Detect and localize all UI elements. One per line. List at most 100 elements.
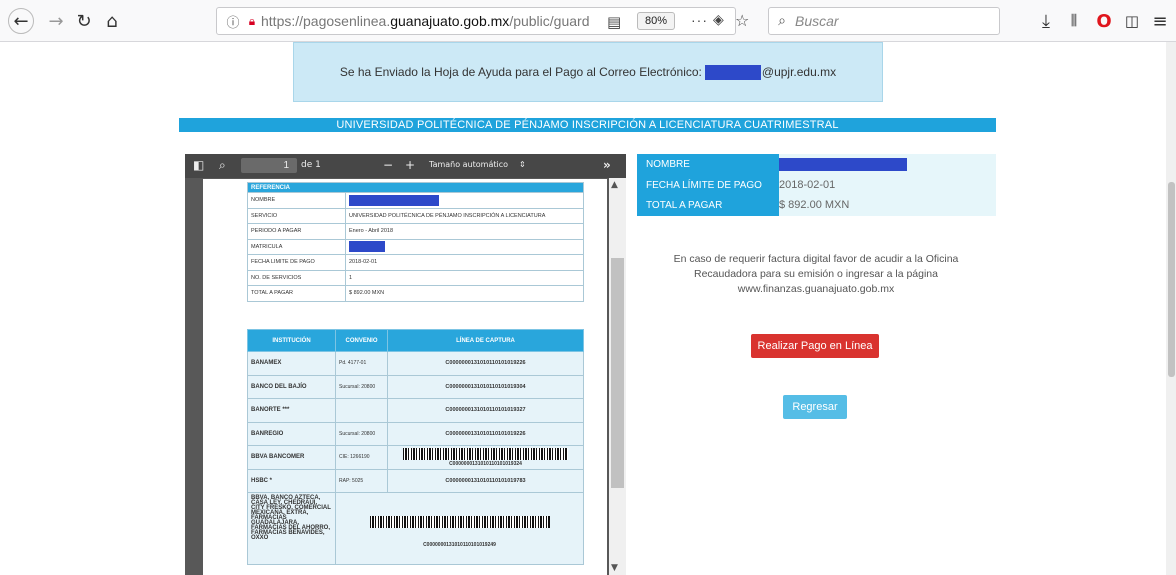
menu-icon[interactable]: ≡	[1148, 9, 1172, 33]
search-placeholder: Buscar	[795, 13, 839, 29]
pocket-icon[interactable]: ◈	[713, 12, 724, 28]
ref-label: FECHA LIMITE DE PAGO	[247, 254, 346, 271]
ref-value-matricula	[345, 238, 584, 255]
opera-icon[interactable]: O	[1092, 9, 1116, 33]
info-row-nombre: NOMBRE	[637, 154, 996, 174]
scroll-down-icon[interactable]: ▼	[611, 563, 618, 573]
bank-line: C0000000131010110101019304	[387, 374, 584, 399]
pdf-viewer[interactable]: ◧ ⌕ 1 de 1 − + Tamaño automático ⇕ » REF…	[185, 154, 626, 575]
page-title: UNIVERSIDAD POLITÉCNICA DE PÉNJAMO INSCR…	[179, 118, 996, 132]
bank-line: C0000000131010110101019327	[387, 398, 584, 423]
pdf-scrollbar[interactable]: ▲ ▼	[609, 178, 626, 575]
pdf-zoom-in-icon[interactable]: +	[405, 158, 415, 172]
home-icon[interactable]: ⌂	[100, 9, 124, 33]
library-icon[interactable]: ⫼	[1062, 9, 1086, 33]
ref-value: 1	[345, 269, 584, 286]
ref-value: 2018-02-01	[345, 254, 584, 271]
bank-line: C0000000131010110101019783	[387, 468, 584, 493]
bank-header-convenio: CONVENIO	[335, 329, 388, 352]
back-icon[interactable]: ←	[8, 8, 34, 34]
redacted-email	[704, 64, 761, 80]
ref-value: UNIVERSIDAD POLITÉCNICA DE PÉNJAMO INSCR…	[345, 207, 584, 224]
barcode	[403, 447, 568, 460]
info-value: $ 892.00 MXN	[779, 199, 850, 211]
bank-convenio: Sucursal: 20800	[335, 374, 388, 399]
pdf-page-count: de 1	[301, 160, 321, 170]
bank-name: BANORTE ***	[247, 398, 336, 423]
table-row: BANREGIO Sucursal: 20800 C0000000131010110…	[247, 421, 584, 446]
barcode	[369, 515, 550, 528]
pdf-toolbar: ◧ ⌕ 1 de 1 − + Tamaño automático ⇕ »	[185, 154, 626, 178]
info-value: 2018-02-01	[779, 179, 836, 191]
zoom-indicator[interactable]: 80%	[637, 12, 676, 30]
pdf-tools-icon[interactable]: »	[603, 158, 611, 172]
table-row: HSBC * RAP: 5025 C000000013101011010101978…	[247, 468, 584, 493]
bank-header-institucion: INSTITUCIÓN	[247, 329, 336, 352]
ref-label: NO. DE SERVICIOS	[247, 269, 346, 286]
reload-icon[interactable]: ↻	[72, 9, 96, 33]
info-label: TOTAL A PAGAR	[646, 199, 723, 211]
pdf-page-input[interactable]: 1	[241, 158, 297, 173]
pay-online-button[interactable]: Realizar Pago en Línea	[751, 334, 879, 358]
bank-convenio: RAP: 5025	[335, 468, 388, 493]
page-scroll-thumb[interactable]	[1168, 182, 1175, 377]
table-row: BBVA, BANCO AZTECA, CASA LEY, CHEDRAUI, …	[247, 492, 584, 565]
pdf-zoom-out-icon[interactable]: −	[383, 158, 393, 172]
bank-name: BANCO DEL BAJÍO	[247, 374, 336, 399]
address-bar[interactable]: ⓘ 🔒︎ https://pagosenlinea.guanajuato.gob…	[216, 7, 749, 35]
url-prefix: https://pagosenlinea.	[261, 13, 391, 29]
bank-line: C0000000131010110101019226	[387, 351, 584, 376]
bank-name-others: BBVA, BANCO AZTECA, CASA LEY, CHEDRAUI, …	[247, 492, 336, 565]
forward-icon[interactable]: →	[44, 9, 68, 33]
pdf-sidebar-toggle-icon[interactable]: ◧	[193, 158, 204, 172]
page-actions-icon[interactable]: ···	[691, 12, 708, 28]
bank-name: HSBC *	[247, 468, 336, 493]
search-bar[interactable]: ⌕ Buscar	[768, 7, 1000, 35]
pdf-zoom-chevron-icon[interactable]: ⇕	[519, 160, 526, 169]
pdf-scroll-thumb[interactable]	[611, 258, 624, 488]
pdf-search-icon[interactable]: ⌕	[219, 158, 226, 173]
search-icon: ⌕	[778, 13, 786, 29]
bank-line: C0000000131010110101019226	[387, 421, 584, 446]
bank-convenio	[335, 398, 388, 423]
info-label: FECHA LÍMITE DE PAGO	[646, 179, 762, 191]
info-label: NOMBRE	[646, 158, 690, 170]
ref-label: SERVICIO	[247, 207, 346, 224]
info-icon[interactable]: ⓘ	[223, 12, 243, 31]
scroll-up-icon[interactable]: ▲	[611, 180, 618, 190]
bank-table: INSTITUCIÓN CONVENIO LÍNEA DE CAPTURA BA…	[247, 329, 584, 565]
ref-label: NOMBRE	[247, 192, 346, 209]
reference-header: REFERENCIA	[247, 182, 584, 193]
invoice-note: En caso de requerir factura digital favo…	[673, 253, 959, 295]
url-domain: guanajuato.gob.mx	[390, 13, 510, 29]
page-scrollbar[interactable]	[1166, 42, 1176, 575]
pdf-zoom-select[interactable]: Tamaño automático	[429, 160, 508, 169]
sidebar-icon[interactable]: ◫	[1120, 9, 1144, 33]
ref-value: Enero - Abril 2018	[345, 223, 584, 240]
table-row: BANAMEX Pd. 4177-01 C000000013101011010101…	[247, 351, 584, 376]
bookmark-star-icon[interactable]: ☆	[735, 11, 749, 30]
bank-line-barcode: C0000000131010110101019249	[335, 492, 584, 565]
bank-header-linea: LÍNEA DE CAPTURA	[387, 329, 584, 352]
redacted-name	[779, 157, 907, 171]
table-row: BBVA BANCOMER CIE: 1266190 C00000001310101…	[247, 445, 584, 470]
browser-toolbar: ← → ↻ ⌂ ⓘ 🔒︎ https://pagosenlinea.guanaj…	[0, 0, 1176, 42]
bank-name: BANREGIO	[247, 421, 336, 446]
banner-email-domain: @upjr.edu.mx	[761, 65, 837, 79]
download-icon[interactable]: ⤓	[1034, 9, 1058, 33]
bank-convenio: CIE: 1266190	[335, 445, 388, 470]
ref-value-name	[345, 192, 584, 209]
insecure-lock-icon[interactable]: 🔒︎	[243, 14, 261, 29]
pdf-page: REFERENCIA NOMBRE SERVICIO UNIVERSIDAD PO…	[203, 179, 607, 575]
url-text[interactable]: https://pagosenlinea.guanajuato.gob.mx/p…	[261, 13, 591, 29]
back-button[interactable]: Regresar	[783, 395, 847, 419]
ref-value: $ 892.00 MXN	[345, 285, 584, 302]
bank-name: BANAMEX	[247, 351, 336, 376]
url-path: /public/guard	[509, 13, 590, 29]
bank-line-barcode: C0000000131010110101019324	[387, 445, 584, 470]
barcode-text: C0000000131010110101019249	[423, 541, 496, 548]
table-row: BANORTE *** C0000000131010110101019327	[247, 398, 584, 423]
reader-view-icon[interactable]: ▤	[607, 13, 621, 31]
bank-name: BBVA BANCOMER	[247, 445, 336, 470]
info-row-total: TOTAL A PAGAR $ 892.00 MXN	[637, 195, 996, 215]
